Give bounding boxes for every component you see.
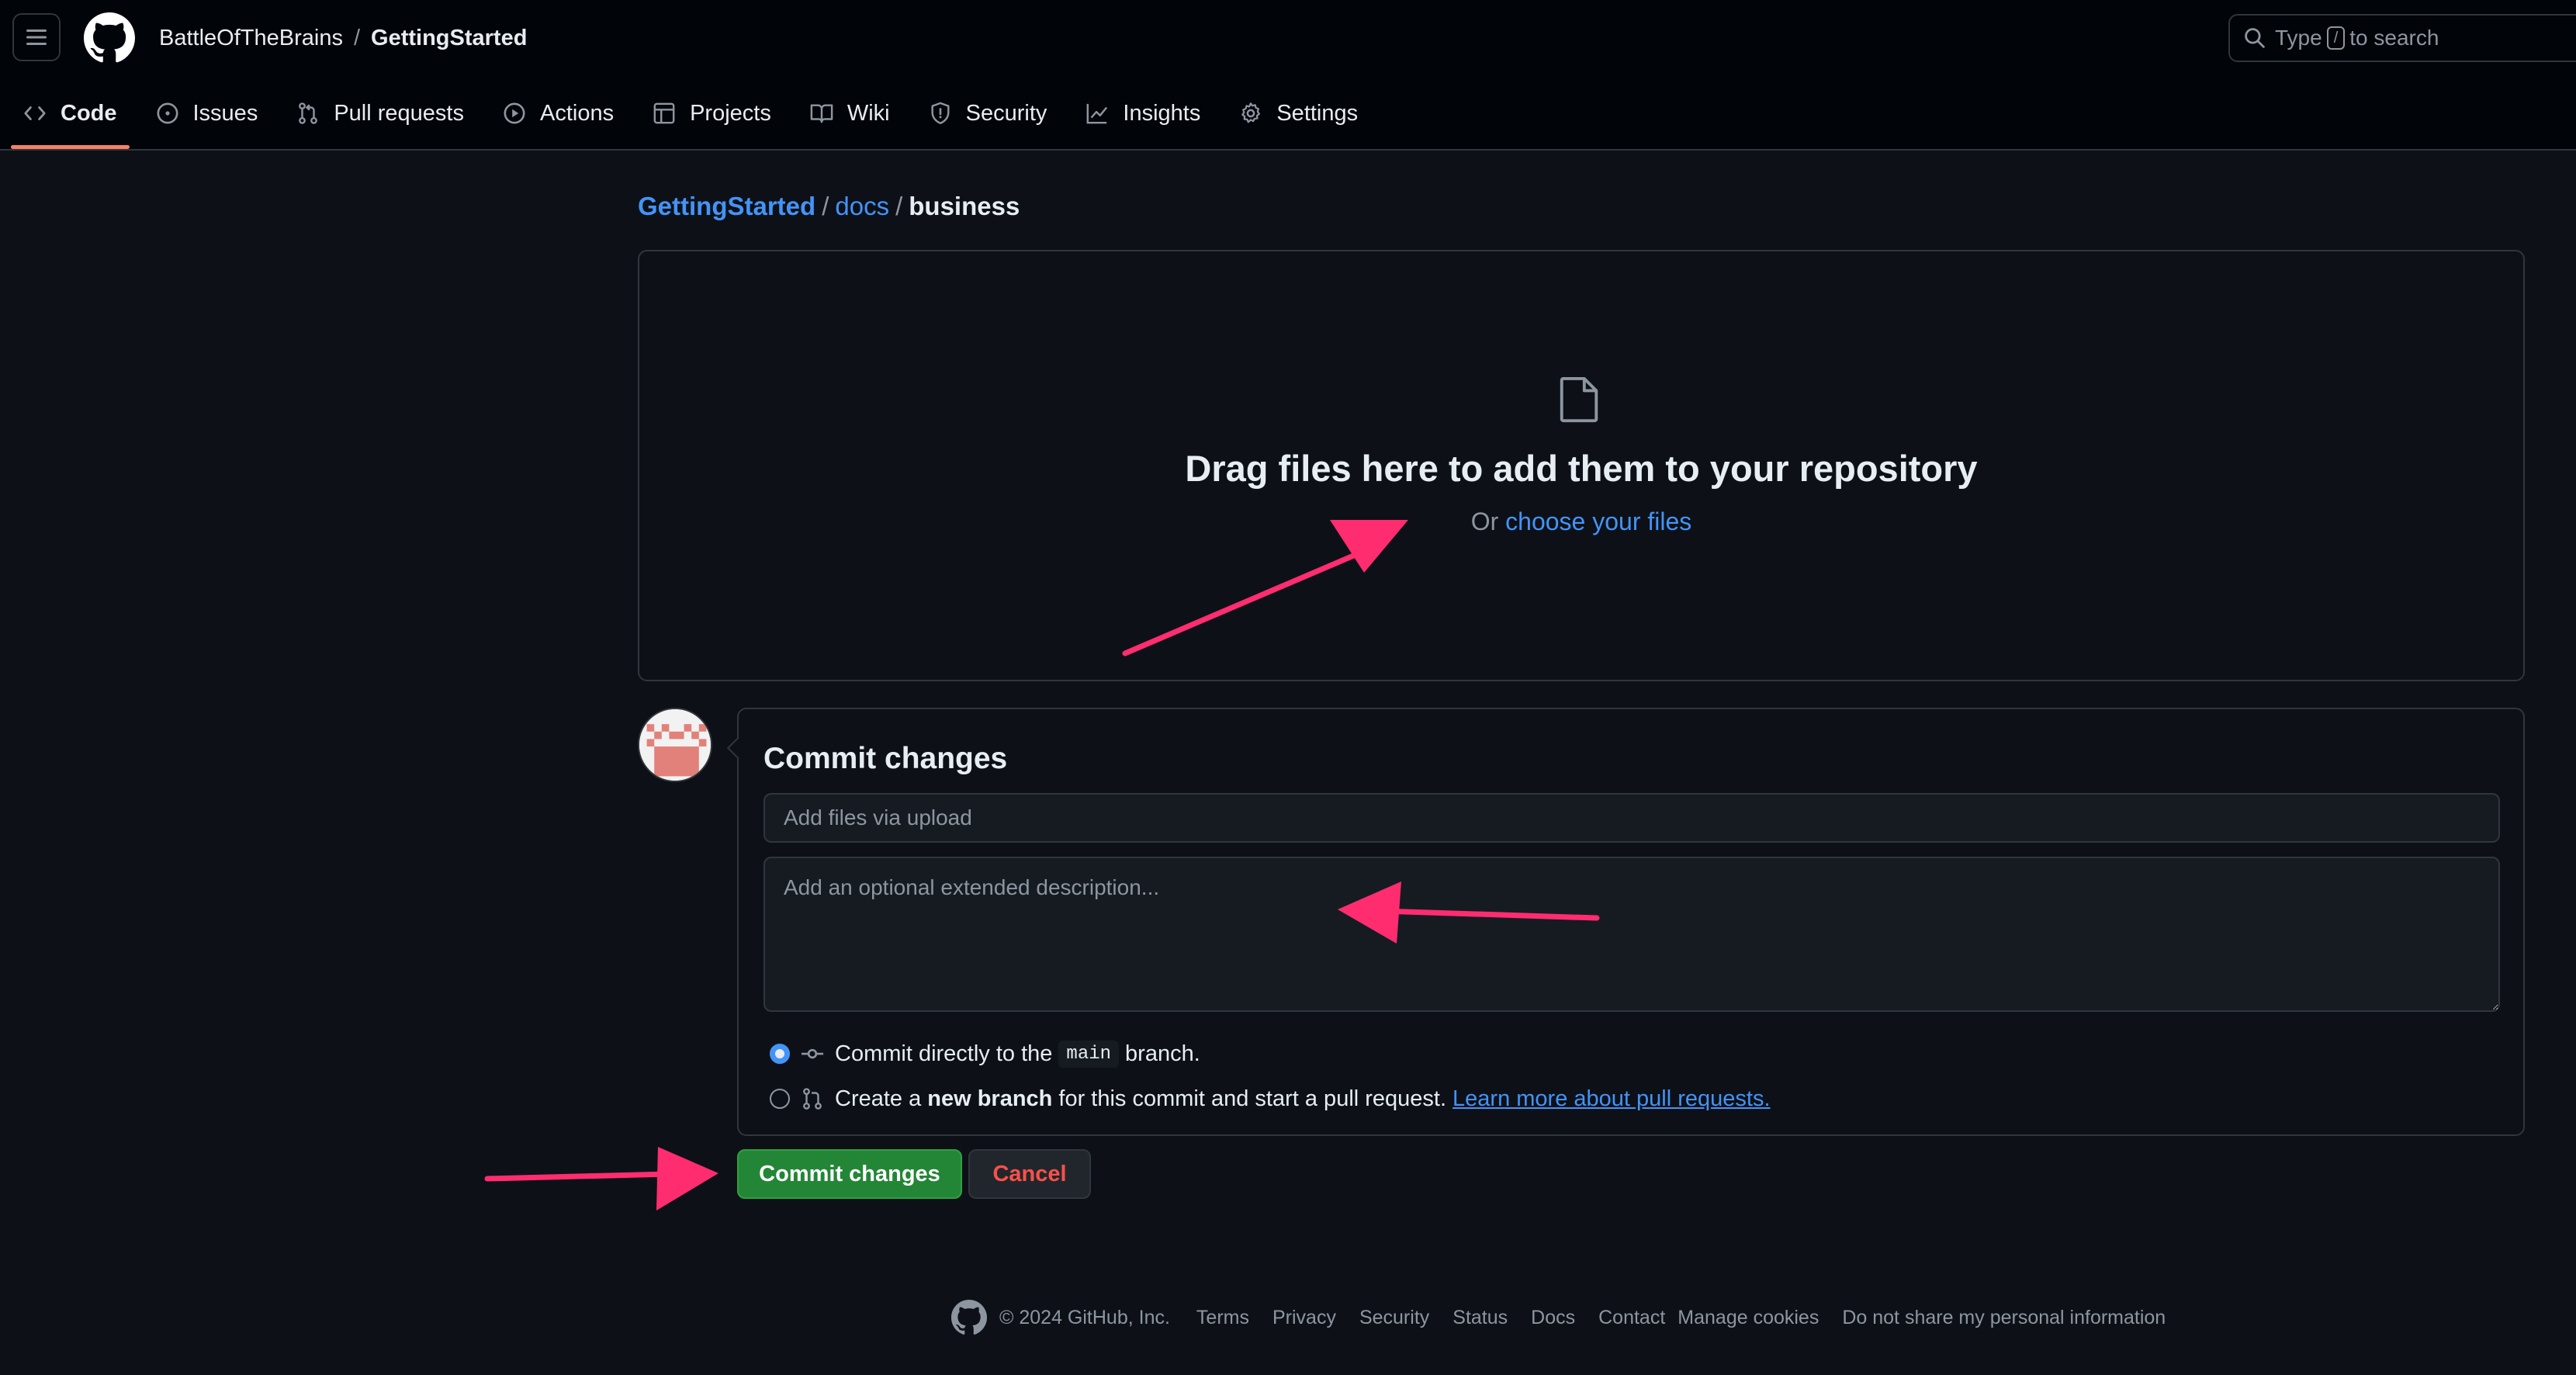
tab-code-label: Code [61, 100, 117, 126]
dropzone-subtitle: Or choose your files [639, 507, 2523, 536]
dropzone-title: Drag files here to add them to your repo… [1185, 448, 1978, 489]
learn-more-link[interactable]: Learn more about pull requests. [1452, 1086, 1770, 1112]
tab-wiki-label: Wiki [847, 100, 890, 126]
breadcrumb: GettingStarted / docs / business [638, 189, 1020, 223]
commit-direct-radio[interactable] [770, 1044, 790, 1064]
menu-button[interactable] [12, 13, 61, 61]
search-input[interactable]: Type / to search [2228, 14, 2576, 62]
commit-description-input[interactable] [763, 857, 2500, 1012]
new-branch-text-end: for this commit and start a pull request… [1058, 1086, 1447, 1111]
repo-owner-link[interactable]: BattleOfTheBrains [159, 26, 343, 50]
new-branch-text: Create a [835, 1086, 922, 1111]
annotation-arrows [484, 520, 1600, 1210]
repo-name-link[interactable]: GettingStarted [371, 26, 527, 50]
commit-new-branch-radio[interactable] [770, 1089, 790, 1109]
breadcrumb-repo-link[interactable]: GettingStarted [638, 192, 815, 220]
commit-summary-input[interactable] [763, 793, 2500, 843]
commit-changes-button[interactable]: Commit changes [737, 1149, 962, 1199]
tab-wiki[interactable]: Wiki [798, 92, 902, 135]
dropzone-or-text: Or [1470, 507, 1499, 535]
tab-projects[interactable]: Projects [640, 92, 784, 135]
commit-form-title: Commit changes [763, 742, 1008, 775]
hamburger-icon [26, 29, 47, 45]
search-placeholder-end: to search [2349, 26, 2439, 50]
footer-link-manage-cookies[interactable]: Manage cookies [1678, 1307, 1819, 1329]
choose-files-link[interactable]: choose your files [1505, 507, 1691, 535]
tab-settings[interactable]: Settings [1227, 92, 1370, 135]
git-commit-icon [801, 1048, 824, 1059]
footer-link-security[interactable]: Security [1359, 1307, 1429, 1329]
footer-link-status[interactable]: Status [1452, 1307, 1508, 1329]
footer-link-terms[interactable]: Terms [1196, 1307, 1249, 1329]
breadcrumb-current: business [909, 192, 1020, 220]
gear-icon [1241, 102, 1261, 123]
tab-insights-label: Insights [1123, 100, 1201, 126]
search-placeholder-start: Type [2275, 26, 2322, 50]
code-icon [24, 106, 46, 120]
cancel-button[interactable]: Cancel [968, 1149, 1091, 1199]
file-icon [1560, 376, 1598, 423]
breadcrumb-separator: / [895, 192, 903, 220]
footer-link-docs[interactable]: Docs [1531, 1307, 1575, 1329]
tab-issues-label: Issues [192, 100, 258, 126]
commit-form: Commit changes Commit directly to the ma… [737, 708, 2525, 1136]
issue-icon [157, 102, 178, 124]
tab-security[interactable]: Security [916, 92, 1060, 135]
tab-pull-requests[interactable]: Pull requests [284, 92, 476, 135]
tab-projects-label: Projects [690, 100, 771, 126]
tab-issues[interactable]: Issues [144, 92, 271, 135]
search-icon [2245, 28, 2265, 48]
footer-link-privacy[interactable]: Privacy [1272, 1307, 1336, 1329]
tab-insights[interactable]: Insights [1073, 92, 1213, 135]
pull-request-icon [299, 102, 318, 124]
repo-path-separator: / [353, 26, 361, 50]
file-dropzone[interactable]: Drag files here to add them to your repo… [638, 250, 2525, 681]
tab-settings-label: Settings [1276, 100, 1359, 126]
arrow-to-commit-button [484, 1147, 718, 1210]
footer-link-do-not-share[interactable]: Do not share my personal information [1842, 1307, 2166, 1329]
commit-direct-option[interactable]: Commit directly to the main branch. [770, 1038, 1200, 1069]
breadcrumb-separator: / [822, 192, 829, 220]
play-icon [504, 102, 525, 124]
avatar[interactable] [638, 708, 712, 782]
tab-security-label: Security [965, 100, 1047, 126]
footer-copyright: © 2024 GitHub, Inc. [999, 1306, 1170, 1328]
book-icon [810, 104, 833, 123]
tab-pull-requests-label: Pull requests [334, 100, 464, 126]
repo-header: BattleOfTheBrains / GettingStarted Type / … [0, 0, 2576, 151]
github-logo-icon[interactable] [951, 1300, 987, 1335]
search-shortcut-key: / [2326, 26, 2346, 50]
footer: © 2024 GitHub, Inc. Terms Privacy Securi… [951, 1297, 2166, 1338]
table-icon [653, 102, 675, 124]
tab-code[interactable]: Code [11, 92, 130, 149]
shield-icon [931, 102, 950, 124]
breadcrumb-folder-link[interactable]: docs [835, 192, 889, 220]
github-logo-icon[interactable] [84, 12, 135, 64]
branch-name: main [1058, 1040, 1120, 1068]
repo-path: BattleOfTheBrains / GettingStarted [159, 22, 527, 54]
tab-actions[interactable]: Actions [490, 92, 626, 135]
graph-icon [1086, 103, 1108, 124]
footer-link-contact[interactable]: Contact [1598, 1307, 1665, 1329]
commit-direct-text: Commit directly to the [835, 1041, 1053, 1066]
tab-actions-label: Actions [539, 100, 615, 126]
commit-direct-text-end: branch. [1125, 1041, 1200, 1066]
new-branch-bold: new branch [927, 1086, 1053, 1111]
commit-new-branch-option[interactable]: Create a new branch for this commit and … [770, 1083, 1771, 1114]
repo-nav: Code Issues Pull requests Actions Projec… [11, 92, 1384, 151]
identicon [639, 709, 711, 781]
pull-request-icon [803, 1088, 822, 1110]
